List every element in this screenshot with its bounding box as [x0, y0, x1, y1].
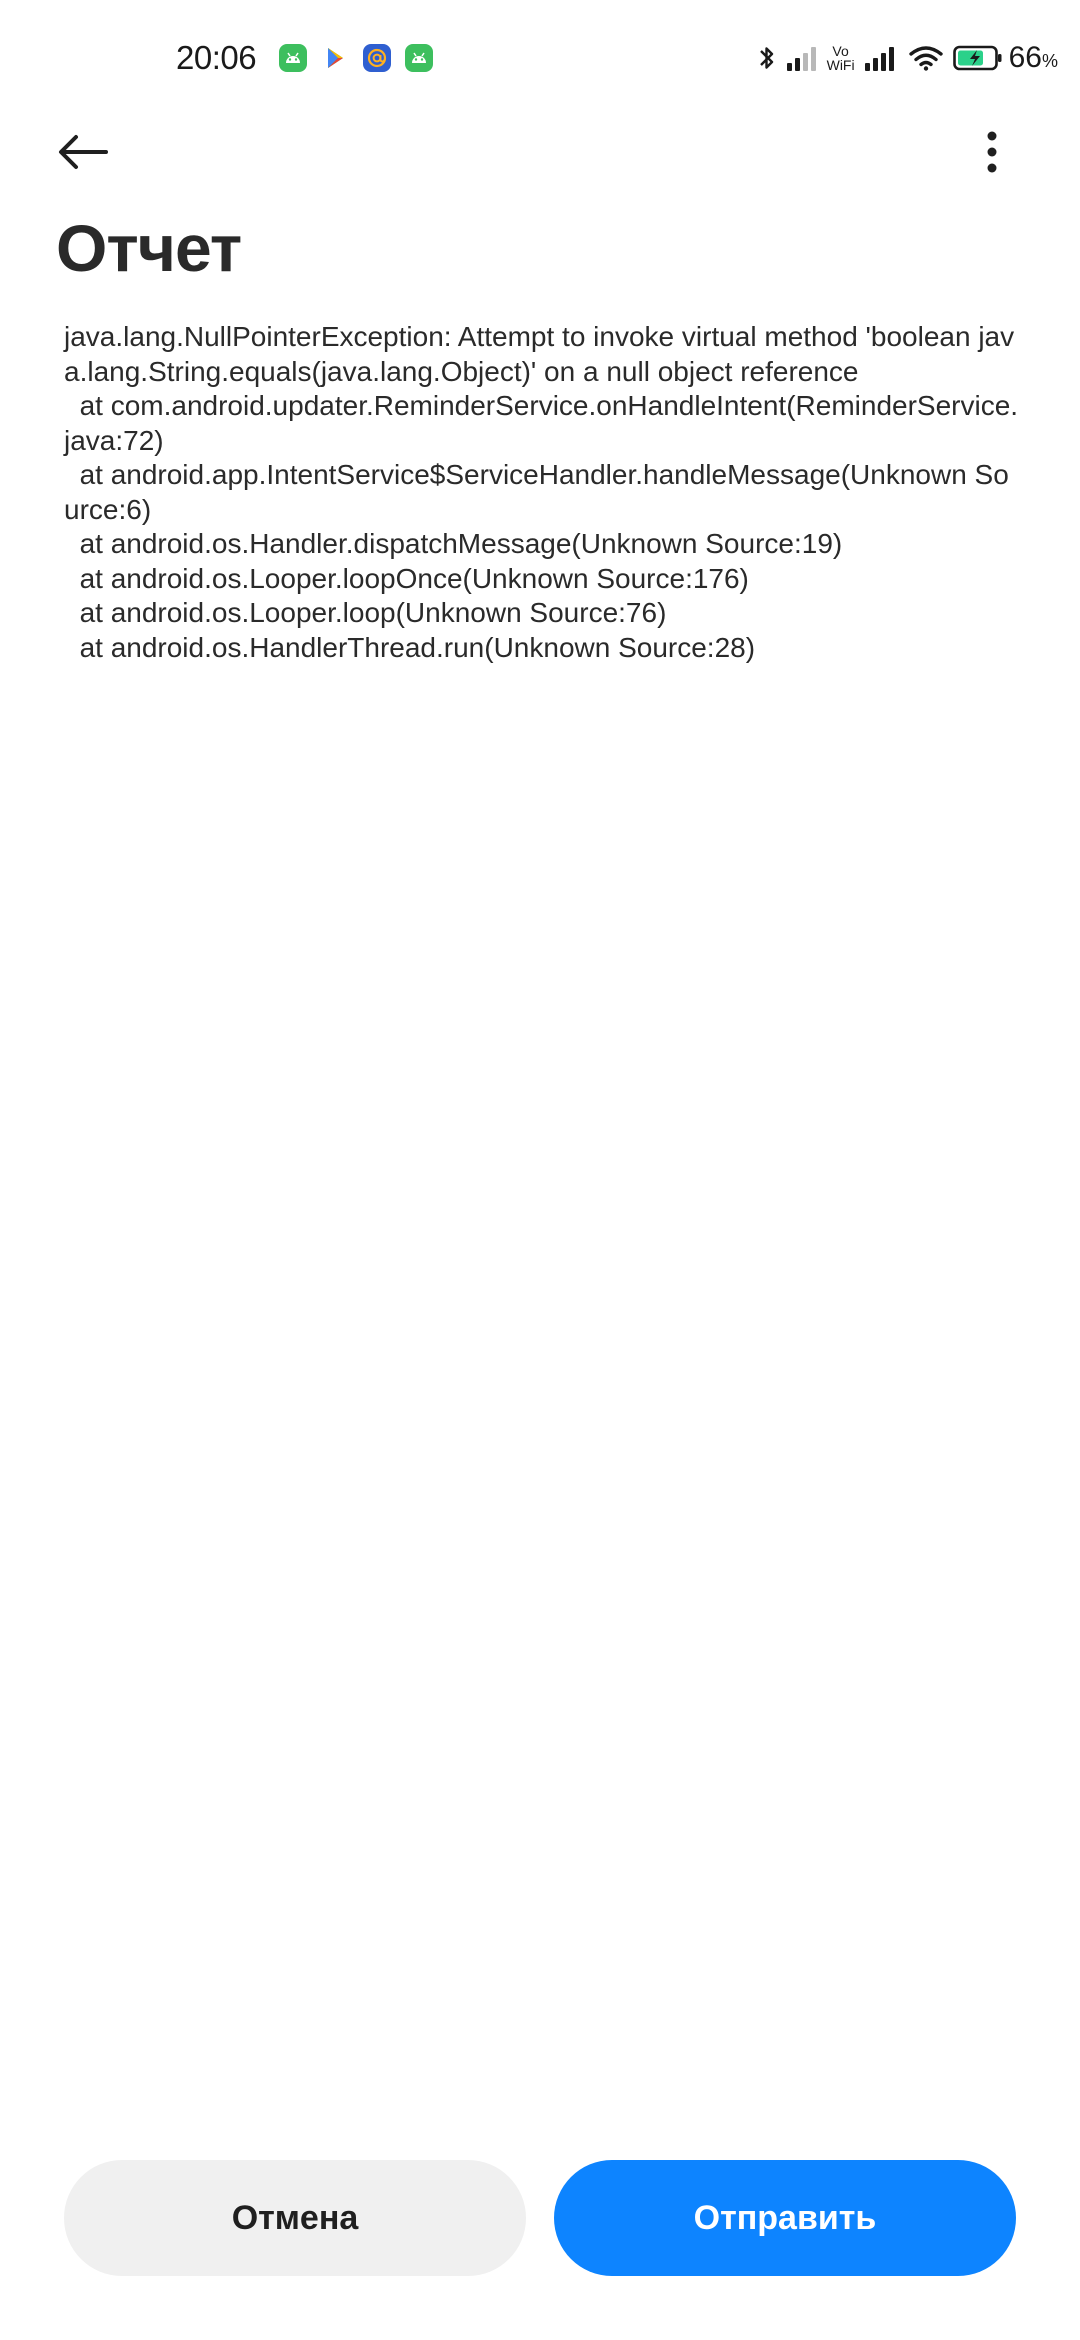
battery-charging-icon: [952, 45, 1003, 71]
more-vertical-icon: [987, 131, 997, 173]
page-title: Отчет: [56, 211, 242, 285]
back-button[interactable]: [50, 120, 114, 184]
vowifi-bottom: WiFi: [826, 57, 855, 73]
status-left: 20:06: [176, 36, 434, 80]
signal-strong-icon: [864, 45, 899, 71]
vowifi-top: Vo: [832, 43, 849, 59]
wifi-icon: [908, 45, 943, 71]
battery-value: 66: [1008, 41, 1042, 74]
mail-at-icon: [362, 43, 392, 73]
more-options-button[interactable]: [972, 120, 1012, 184]
send-button[interactable]: Отправить: [554, 2160, 1016, 2276]
cancel-button[interactable]: Отмена: [64, 2160, 526, 2276]
battery-unit: %: [1041, 51, 1058, 71]
arrow-left-icon: [59, 135, 108, 169]
vowifi-indicator: Vo WiFi: [827, 44, 855, 72]
signal-weak-icon: [786, 45, 821, 71]
battery-level: 66%: [1009, 41, 1058, 75]
status-right: Vo WiFi 66%: [747, 36, 1058, 80]
status-bar: 20:06 Vo WiFi 66%: [0, 0, 1080, 120]
android-icon: [404, 43, 434, 73]
android-icon: [278, 43, 308, 73]
bluetooth-icon: [757, 43, 777, 73]
play-store-icon: [320, 43, 350, 73]
status-time: 20:06: [176, 39, 257, 76]
report-text: java.lang.NullPointerException: Attempt …: [64, 321, 1019, 663]
